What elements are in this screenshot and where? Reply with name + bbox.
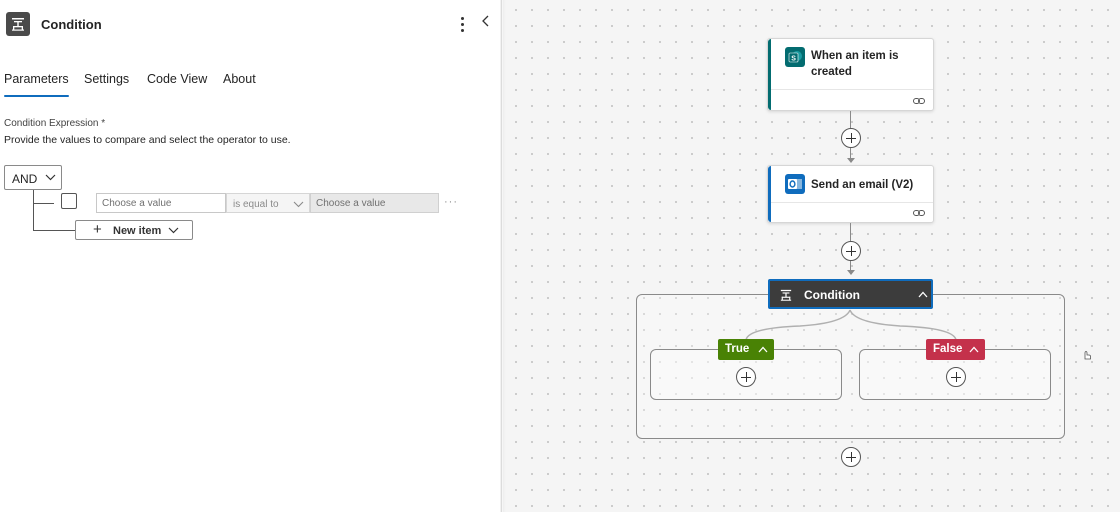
tab-code-view[interactable]: Code View — [147, 72, 207, 98]
link-icon — [913, 98, 925, 104]
group-operator-label: AND — [12, 172, 38, 186]
add-true-action-button[interactable] — [736, 367, 756, 387]
right-value-input[interactable] — [310, 193, 439, 213]
card-divider — [771, 89, 933, 90]
tab-about[interactable]: About — [223, 72, 256, 98]
tree-line — [33, 230, 76, 231]
connector-line — [850, 111, 851, 128]
add-false-action-button[interactable] — [946, 367, 966, 387]
chevron-up-icon[interactable] — [758, 346, 768, 353]
operator-label: is equal to — [233, 199, 279, 210]
new-item-button[interactable]: + New item — [75, 220, 193, 240]
connector-line — [850, 223, 851, 241]
condition-config-panel: Condition Parameters Settings Code View … — [0, 0, 502, 512]
add-step-button[interactable] — [841, 241, 861, 261]
panel-header: Condition — [0, 0, 502, 48]
false-branch-label: False — [933, 343, 963, 355]
send-email-card[interactable]: Send an email (V2) — [767, 165, 934, 223]
true-branch-label: True — [725, 343, 750, 355]
row-more-options-icon[interactable]: ··· — [444, 196, 458, 208]
tree-line — [33, 190, 34, 230]
chevron-up-icon[interactable] — [918, 291, 928, 298]
card-divider — [771, 202, 933, 203]
collapse-panel-icon[interactable] — [481, 14, 495, 34]
tab-settings[interactable]: Settings — [84, 72, 129, 98]
send-email-title: Send an email (V2) — [811, 179, 914, 191]
outlook-icon — [785, 174, 805, 194]
condition-icon — [780, 289, 792, 301]
condition-expression-description: Provide the values to compare and select… — [4, 134, 291, 146]
chevron-up-icon[interactable] — [969, 346, 979, 353]
condition-expression-label: Condition Expression * — [4, 118, 106, 129]
condition-node-title: Condition — [804, 288, 860, 302]
card-accent — [768, 166, 771, 222]
hand-cursor-icon — [1084, 351, 1091, 360]
add-step-button[interactable] — [841, 128, 861, 148]
trigger-card[interactable]: S When an item is created — [767, 38, 934, 111]
card-accent — [768, 39, 771, 110]
sharepoint-icon: S — [785, 47, 805, 67]
trigger-title: When an item is created — [811, 50, 899, 78]
link-icon — [913, 210, 925, 216]
true-branch-header[interactable]: True — [718, 339, 774, 360]
panel-title: Condition — [41, 17, 102, 32]
operator-dropdown[interactable]: is equal to — [226, 193, 310, 213]
condition-node[interactable]: Condition — [768, 279, 933, 309]
arrow-icon — [847, 270, 855, 275]
new-item-label: New item — [113, 225, 162, 237]
arrow-icon — [847, 158, 855, 163]
chevron-down-icon — [45, 174, 56, 181]
condition-icon — [6, 12, 30, 36]
chevron-down-icon — [293, 201, 304, 208]
panel-divider — [500, 0, 506, 512]
plus-icon: + — [93, 221, 102, 238]
add-step-button[interactable] — [841, 447, 861, 467]
more-options-icon[interactable] — [455, 14, 469, 34]
svg-text:S: S — [791, 56, 796, 63]
tree-line — [33, 203, 54, 204]
group-operator-dropdown[interactable]: AND — [4, 165, 62, 190]
false-branch-header[interactable]: False — [926, 339, 985, 360]
chevron-down-icon — [168, 227, 179, 234]
row-select-checkbox[interactable] — [61, 193, 77, 209]
tab-parameters[interactable]: Parameters — [4, 72, 69, 98]
left-value-input[interactable] — [96, 193, 226, 213]
